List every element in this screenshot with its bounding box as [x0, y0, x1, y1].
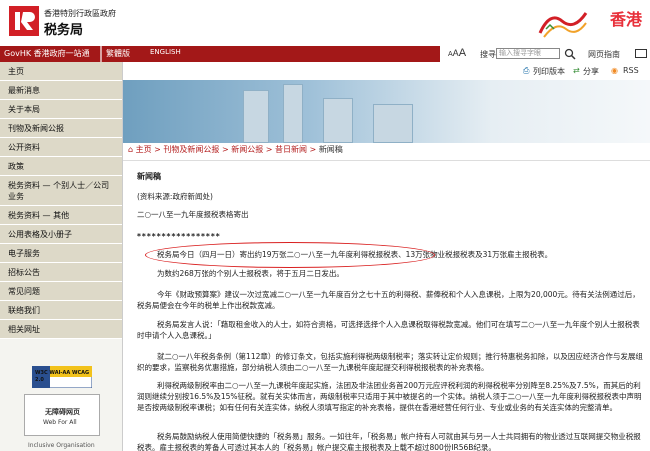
- sidebar-item-eservices[interactable]: 电子服务: [0, 244, 122, 263]
- banner-building: [323, 98, 353, 143]
- web-for-all-badge[interactable]: 无障碍网页 Web For All: [24, 394, 100, 436]
- wcag-badge-text: W3C WAI-AA WCAG 2.0: [35, 370, 90, 383]
- nav-divider: [100, 46, 102, 62]
- sidebar-item-forms[interactable]: 公用表格及小册子: [0, 225, 122, 244]
- sidebar-item-publications[interactable]: 刊物及新闻公报: [0, 119, 122, 138]
- sidebar-item-news[interactable]: 最新消息: [0, 81, 122, 100]
- news-subject: 二○一八至一九年度报税表格寄出: [137, 210, 249, 219]
- breadcrumb-publications[interactable]: 刊物及新闻公报: [163, 145, 219, 154]
- sidebar: 主页 最新消息 关于本局 刊物及新闻公报 公开资料 政策 税务资料 — 个别人士…: [0, 62, 123, 451]
- search-icon[interactable]: [564, 48, 576, 60]
- main-content: 新闻稿 (资料来源:政府新闻处) 二○一八至一九年度报税表格寄出 *******…: [123, 160, 650, 451]
- web-for-all-en: Web For All: [43, 419, 77, 426]
- site-map-link[interactable]: 网页指南: [588, 49, 620, 60]
- lang-en-link[interactable]: ENGLISH: [150, 48, 181, 56]
- mail-icon[interactable]: [635, 49, 647, 58]
- wcag-badge[interactable]: W3C WAI-AA WCAG 2.0: [31, 365, 93, 389]
- font-size-controls: AAA: [448, 47, 466, 59]
- inclusive-org-label: Inclusive Organisation: [28, 442, 95, 449]
- page-banner: [123, 80, 650, 143]
- print-link[interactable]: 列印版本: [533, 66, 565, 77]
- news-source: (资料来源:政府新闻处): [137, 192, 213, 201]
- ird-logo[interactable]: [9, 6, 39, 36]
- font-large-button[interactable]: A: [459, 47, 466, 59]
- sidebar-item-policy[interactable]: 政策: [0, 157, 122, 176]
- sidebar-item-faq[interactable]: 常见问题: [0, 282, 122, 301]
- share-link[interactable]: 分享: [583, 66, 599, 77]
- sidebar-item-tax-other[interactable]: 税务资料 — 其他: [0, 206, 122, 225]
- site-header: 香港特別行政區政府 税务局 香港: [0, 0, 650, 46]
- search-label: 搜寻: [480, 50, 496, 59]
- separator-stars: *****************: [137, 232, 221, 241]
- home-icon: ⌂: [128, 145, 134, 154]
- breadcrumb: ⌂ 主页 > 刊物及新闻公报 > 新闻公报 > 昔日新闻 > 新闻稿: [128, 145, 343, 154]
- highlight-ellipse: [145, 242, 435, 268]
- paragraph-4: 税务局发言人说：「藉取租金收入的人士，如符合资格，可选择选择个人入息课税取得税款…: [137, 320, 640, 340]
- paragraph-3: 今年《财政预算案》建议一次过宽减二○一八至一九年度百分之七十五的利得税、薪俸税和…: [137, 290, 640, 310]
- paragraph-7: 税务局鼓励纳税人使用简便快捷的「税务易」服务。一如往年，「税务易」帐户持有人可就…: [137, 432, 641, 451]
- share-icon[interactable]: ⇄: [573, 66, 580, 75]
- search-input[interactable]: 输入搜寻字眼: [496, 48, 560, 59]
- brand-hk-text: 香港: [609, 10, 642, 29]
- breadcrumb-press-releases[interactable]: 新闻公报: [231, 145, 263, 154]
- toolbar: AAA 搜寻 输入搜寻字眼 网页指南: [440, 46, 650, 62]
- page-title: 新闻稿: [137, 172, 161, 181]
- banner-building: [283, 84, 303, 143]
- govhk-link[interactable]: GovHK 香港政府一站通: [4, 48, 90, 59]
- utility-row: ⎙ 列印版本 ⇄ 分享 ◉ RSS: [123, 62, 650, 80]
- sidebar-item-contact[interactable]: 联络我们: [0, 301, 122, 320]
- government-name: 香港特別行政區政府: [44, 9, 116, 18]
- paragraph-2: 为数约268万张的个别人士报税表，将于五月二日发出。: [157, 269, 344, 278]
- printer-icon[interactable]: ⎙: [523, 66, 529, 76]
- sidebar-item-tax-individual-business[interactable]: 税务资料 — 个别人士／公司业务: [0, 176, 122, 206]
- sidebar-item-about[interactable]: 关于本局: [0, 100, 122, 119]
- lang-tc-link[interactable]: 繁體版: [106, 48, 130, 59]
- breadcrumb-home[interactable]: 主页: [136, 145, 152, 154]
- sidebar-item-links[interactable]: 相关网址: [0, 320, 122, 339]
- banner-building: [243, 90, 269, 143]
- paragraph-6: 利得税两级制税率由二○一八至一九课税年度起实施，法团及非法团业务首200万元应评…: [137, 381, 642, 412]
- paragraph-5: 就二○一八年税务条例（第112章）的修订条文，包括实施利得税两级制税率；落实转让…: [137, 352, 643, 372]
- banner-building: [373, 104, 413, 143]
- sidebar-item-home[interactable]: 主页: [0, 62, 122, 81]
- department-name: 税务局: [44, 23, 84, 38]
- sidebar-item-tenders[interactable]: 招标公告: [0, 263, 122, 282]
- sidebar-item-public-info[interactable]: 公开资料: [0, 138, 122, 157]
- web-for-all-cn: 无障碍网页: [45, 408, 80, 416]
- breadcrumb-current: 新闻稿: [318, 145, 343, 154]
- rss-link[interactable]: RSS: [623, 66, 639, 75]
- rss-icon[interactable]: ◉: [611, 66, 618, 75]
- breadcrumb-archive[interactable]: 昔日新闻: [275, 145, 307, 154]
